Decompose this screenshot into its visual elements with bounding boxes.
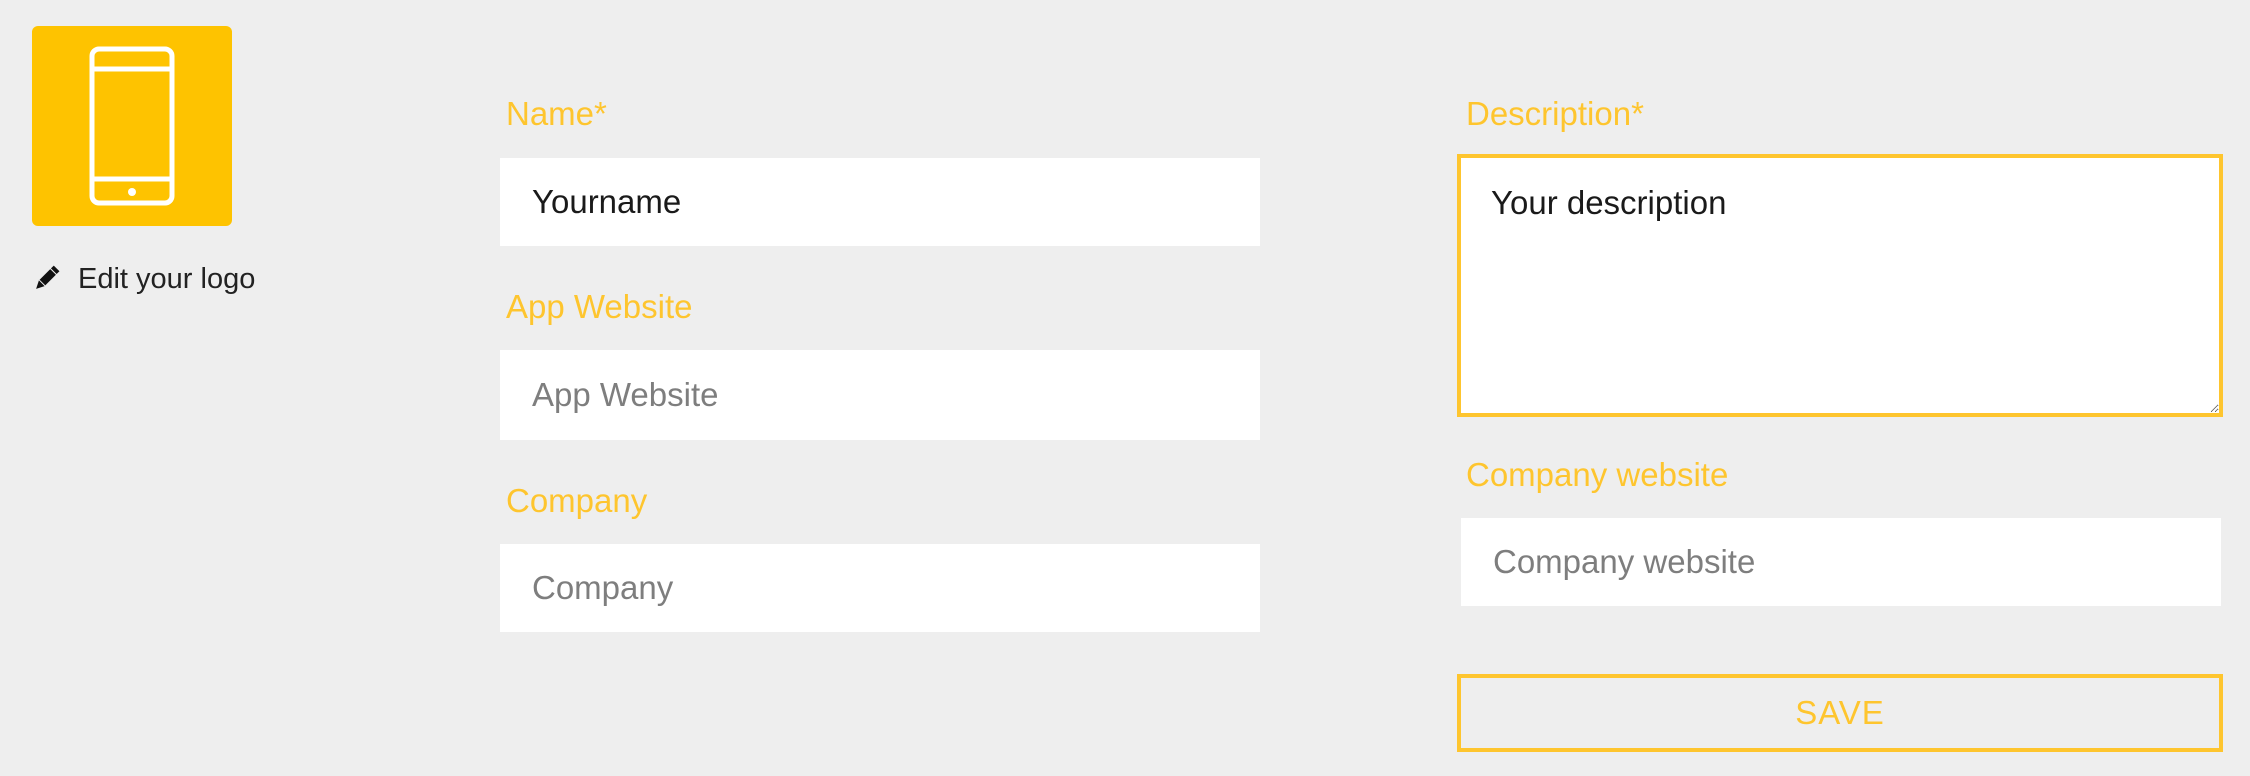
app-website-label: App Website: [506, 288, 693, 325]
name-input[interactable]: [500, 158, 1260, 246]
edit-logo-link[interactable]: Edit your logo: [32, 262, 255, 296]
description-label: Description*: [1466, 95, 1644, 132]
app-website-input[interactable]: [500, 350, 1260, 440]
logo-upload[interactable]: [32, 26, 232, 226]
company-website-input[interactable]: [1461, 518, 2221, 606]
company-label: Company: [506, 482, 648, 519]
save-button[interactable]: SAVE: [1457, 674, 2223, 752]
company-website-label: Company website: [1466, 456, 1729, 493]
edit-logo-label: Edit your logo: [78, 262, 256, 295]
description-textarea[interactable]: Your description: [1457, 154, 2223, 417]
company-input[interactable]: [500, 544, 1260, 632]
name-label: Name*: [506, 95, 607, 132]
pencil-icon: [32, 265, 60, 293]
smartphone-icon: [89, 46, 175, 206]
